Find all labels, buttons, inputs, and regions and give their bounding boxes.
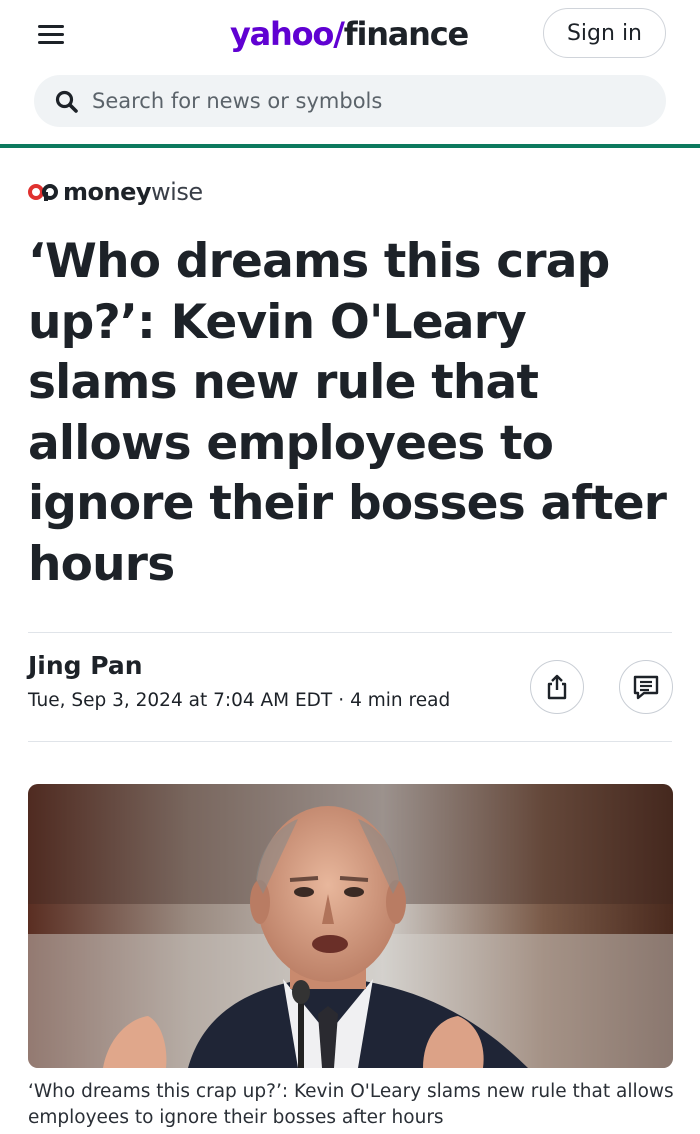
share-icon	[547, 674, 567, 700]
author-name[interactable]: Jing Pan	[28, 651, 143, 680]
article-photo[interactable]	[28, 784, 673, 1068]
source-name-light: wise	[151, 178, 203, 206]
logo-finance-text: finance	[343, 15, 470, 53]
comments-button[interactable]	[619, 660, 673, 714]
read-time: 4 min read	[350, 690, 451, 711]
comments-icon	[633, 675, 659, 700]
search-icon[interactable]	[54, 89, 80, 115]
top-bar: yahoo/finance Sign in	[0, 0, 700, 66]
share-button[interactable]	[530, 660, 584, 714]
menu-icon[interactable]	[30, 20, 70, 50]
image-caption: ‘Who dreams this crap up?’: Kevin O'Lear…	[28, 1081, 674, 1128]
source-name: moneywise	[63, 178, 203, 206]
article-meta: Tue, Sep 3, 2024 at 7:04 AM EDT · 4 min re…	[28, 690, 450, 711]
logo-yahoo-text: yahoo	[230, 15, 334, 53]
meta-separator: ·	[338, 690, 345, 711]
search-input[interactable]	[92, 75, 652, 127]
source-logo[interactable]: moneywise	[28, 175, 203, 209]
moneywise-mark-icon	[28, 184, 58, 201]
publish-date: Tue, Sep 3, 2024 at 7:04 AM EDT	[28, 690, 333, 711]
byline-top-divider	[28, 632, 672, 633]
sign-in-button[interactable]: Sign in	[543, 8, 666, 58]
article-headline: ‘Who dreams this crap up?’: Kevin O'Lear…	[28, 234, 667, 592]
header-divider	[0, 144, 700, 148]
logo-slash-text: /	[333, 15, 345, 53]
source-name-bold: money	[63, 178, 152, 206]
byline-bottom-divider	[28, 741, 672, 742]
yahoo-finance-logo[interactable]: yahoo/finance	[230, 12, 470, 56]
